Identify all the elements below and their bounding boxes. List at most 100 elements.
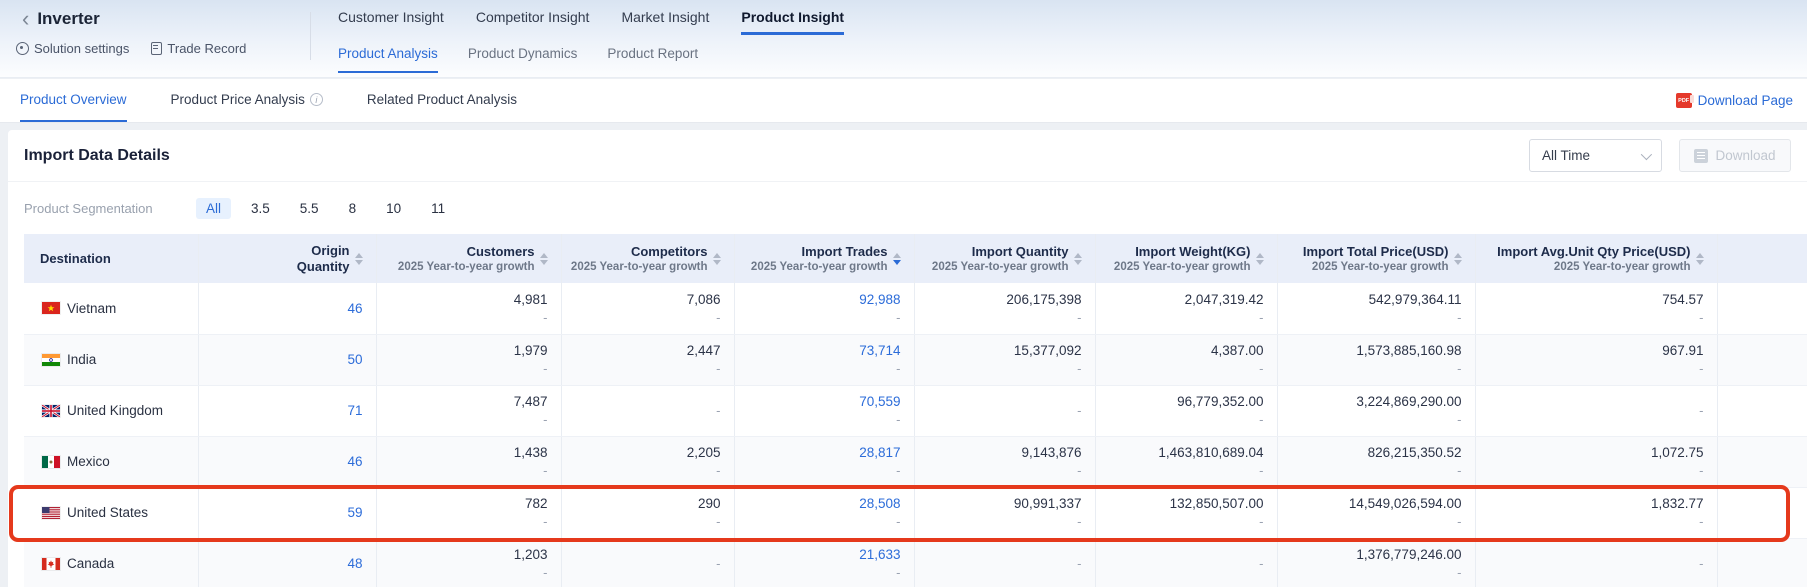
- growth-value: -: [1457, 412, 1461, 428]
- download-page-button[interactable]: PDF Download Page: [1676, 79, 1793, 122]
- segment-option-5.5[interactable]: 5.5: [290, 198, 329, 219]
- trade-count-link[interactable]: 73,714: [859, 342, 900, 359]
- column-header-content: Competitors2025 Year-to-year growth: [570, 244, 721, 274]
- column-header-import-total-price-usd-[interactable]: Import Total Price(USD)2025 Year-to-year…: [1277, 234, 1475, 283]
- segment-option-10[interactable]: 10: [376, 198, 411, 219]
- column-header-customers[interactable]: Customers2025 Year-to-year growth: [376, 234, 561, 283]
- growth-value: -: [1699, 514, 1703, 530]
- download-button[interactable]: Download: [1679, 139, 1791, 172]
- mx-flag-icon: [42, 456, 60, 468]
- sort-carets-icon[interactable]: [1696, 253, 1704, 265]
- segment-option-8[interactable]: 8: [339, 198, 367, 219]
- nav-product-overview[interactable]: Product Overview: [20, 79, 127, 122]
- destination-cell: India: [24, 334, 198, 385]
- column-header-import-avg-unit-qty-price-usd-[interactable]: Import Avg.Unit Qty Price(USD)2025 Year-…: [1475, 234, 1717, 283]
- origin-quantity-link[interactable]: 46: [347, 454, 362, 469]
- subtab-product-analysis[interactable]: Product Analysis: [338, 46, 438, 73]
- nav-product-price-analysis[interactable]: Product Price Analysisi: [171, 79, 323, 122]
- cell-value: 1,979: [514, 342, 548, 359]
- cell-value: 1,072.75: [1651, 444, 1704, 461]
- cell-content: 1,438-: [385, 444, 548, 479]
- sort-carets-icon[interactable]: [355, 253, 363, 265]
- trade-count-link[interactable]: 28,508: [859, 495, 900, 512]
- sort-carets-icon[interactable]: [713, 253, 721, 265]
- tab-customer-insight[interactable]: Customer Insight: [338, 9, 444, 35]
- column-header-competitors[interactable]: Competitors2025 Year-to-year growth: [561, 234, 734, 283]
- tab-market-insight[interactable]: Market Insight: [621, 9, 709, 35]
- origin-quantity-link[interactable]: 50: [347, 352, 362, 367]
- cell-value: 1,832.77: [1651, 495, 1704, 512]
- column-sublabel: 2025 Year-to-year growth: [1554, 260, 1691, 274]
- import-data-table: Destination Origin Quantity Customers2025 …: [24, 234, 1807, 587]
- cell-content: 206,175,398-: [923, 291, 1082, 326]
- trade-count-link[interactable]: 92,988: [859, 291, 900, 308]
- sort-asc-icon: [1256, 253, 1264, 258]
- main-tabs: Customer Insight Competitor Insight Market…: [338, 9, 844, 35]
- sort-carets-icon[interactable]: [893, 253, 901, 265]
- nav-related-product-analysis[interactable]: Related Product Analysis: [367, 79, 517, 122]
- header-tool-solution-settings[interactable]: Solution settings: [16, 41, 129, 56]
- cell-value: 96,779,352.00: [1177, 393, 1263, 410]
- cell-value: 782: [525, 495, 548, 512]
- sort-carets-icon[interactable]: [540, 253, 548, 265]
- header-tools: Solution settings Trade Record: [16, 41, 246, 56]
- segment-option-all[interactable]: All: [196, 198, 231, 219]
- cell-content: 21,633-: [743, 546, 901, 581]
- growth-value: -: [543, 310, 547, 326]
- origin-quantity-link[interactable]: 48: [347, 556, 362, 571]
- trade-count-link[interactable]: 28,817: [859, 444, 900, 461]
- data-cell-import-trades: 28,817-: [734, 436, 914, 487]
- growth-value: -: [716, 514, 720, 530]
- subtab-product-report[interactable]: Product Report: [607, 46, 698, 73]
- cell-value: 2,447: [687, 342, 721, 359]
- column-header-import-weight-kg-[interactable]: Import Weight(KG)2025 Year-to-year growt…: [1095, 234, 1277, 283]
- growth-value: -: [1699, 361, 1703, 377]
- time-filter-value: All Time: [1542, 148, 1641, 163]
- column-header-lines: Import Quantity2025 Year-to-year growth: [932, 244, 1069, 274]
- tab-competitor-insight[interactable]: Competitor Insight: [476, 9, 590, 35]
- data-cell-import-quantity: 206,175,398-: [914, 283, 1095, 334]
- sort-carets-icon[interactable]: [1256, 253, 1264, 265]
- segment-option-11[interactable]: 11: [421, 198, 455, 219]
- data-cell-import-trades: 92,988-: [734, 283, 914, 334]
- sort-carets-icon[interactable]: [1454, 253, 1462, 265]
- card-title: Import Data Details: [24, 147, 1529, 165]
- cell-content: 92,988-: [743, 291, 901, 326]
- table-row-united-kingdom: United Kingdom717,487--70,559--96,779,35…: [24, 385, 1807, 436]
- tab-product-insight[interactable]: Product Insight: [741, 9, 844, 35]
- trade-count-link[interactable]: 21,633: [859, 546, 900, 563]
- origin-quantity-content: 46: [207, 454, 363, 469]
- header-tool-trade-record[interactable]: Trade Record: [151, 41, 246, 56]
- time-filter-select[interactable]: All Time: [1529, 139, 1662, 172]
- page-title: Inverter: [37, 9, 99, 29]
- cell-value: 542,979,364.11: [1369, 291, 1462, 308]
- growth-value: -: [1077, 514, 1081, 530]
- subtab-product-dynamics[interactable]: Product Dynamics: [468, 46, 578, 73]
- data-cell-import-weight-kg-: 4,387.00-: [1095, 334, 1277, 385]
- column-header-import-quantity[interactable]: Import Quantity2025 Year-to-year growth: [914, 234, 1095, 283]
- column-header-origin[interactable]: Origin Quantity: [198, 234, 376, 283]
- ca-flag-icon: [42, 558, 60, 570]
- origin-quantity-link[interactable]: 59: [347, 505, 362, 520]
- download-page-label: Download Page: [1698, 93, 1793, 108]
- origin-quantity-link[interactable]: 46: [347, 301, 362, 316]
- column-header-content: Import Trades2025 Year-to-year growth: [743, 244, 901, 274]
- segment-option-3.5[interactable]: 3.5: [241, 198, 280, 219]
- origin-quantity-cell: 48: [198, 538, 376, 587]
- cell-content: 90,991,337-: [923, 495, 1082, 530]
- cell-content: 4,387.00-: [1104, 342, 1264, 377]
- column-header-content: Origin Quantity: [207, 243, 363, 275]
- sort-carets-icon[interactable]: [1074, 253, 1082, 265]
- trade-count-link[interactable]: 70,559: [859, 393, 900, 410]
- column-header-lines: Customers2025 Year-to-year growth: [398, 244, 535, 274]
- nav-spacer: [517, 79, 1676, 122]
- column-header-import-trades[interactable]: Import Trades2025 Year-to-year growth: [734, 234, 914, 283]
- growth-value: -: [1259, 463, 1263, 479]
- gb-flag-icon: [42, 405, 60, 417]
- data-cell-import-total-price-usd-: 1,573,885,160.98-: [1277, 334, 1475, 385]
- column-label: Destination: [40, 251, 111, 267]
- growth-value: -: [1699, 310, 1703, 326]
- back-chevron-icon[interactable]: ‹: [22, 9, 29, 29]
- origin-quantity-link[interactable]: 71: [347, 403, 362, 418]
- data-cell-competitors: 290-: [561, 487, 734, 538]
